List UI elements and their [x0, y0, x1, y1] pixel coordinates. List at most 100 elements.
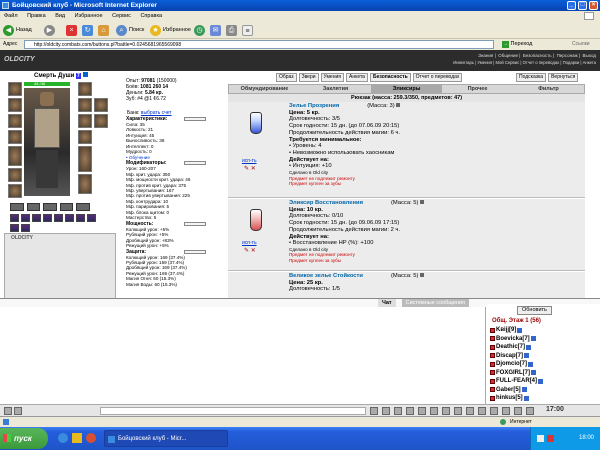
power-toggle[interactable]	[184, 221, 206, 226]
info-icon[interactable]	[526, 344, 532, 350]
toolbar-icon[interactable]	[478, 407, 486, 415]
info-icon[interactable]	[517, 327, 523, 333]
online-user-name[interactable]: Kвijj[9]	[496, 326, 516, 335]
menu-file[interactable]: Файл	[4, 13, 18, 19]
use-link[interactable]: исп-ть	[242, 240, 257, 246]
online-user-name[interactable]: hinkus[5]	[496, 394, 523, 403]
item-image[interactable]	[236, 205, 276, 245]
belt-item[interactable]	[26, 203, 41, 211]
effect-icon[interactable]	[43, 214, 52, 222]
start-button[interactable]: пуск	[0, 428, 48, 449]
quicklaunch-app-icon[interactable]	[86, 433, 96, 443]
history-button[interactable]: ◷	[194, 23, 205, 37]
tab-elixirs[interactable]: Эликсиры	[371, 85, 442, 93]
toolbar-icon[interactable]	[430, 407, 438, 415]
defense-toggle[interactable]	[184, 249, 206, 254]
mail-button[interactable]: ✉	[210, 23, 221, 37]
item-image[interactable]	[236, 108, 276, 148]
effect-icon[interactable]	[21, 214, 30, 222]
effect-icon[interactable]	[21, 224, 30, 232]
ring2-slot[interactable]	[94, 98, 108, 112]
characteristics-toggle[interactable]	[184, 117, 206, 121]
online-user[interactable]: FOXGIRL[7]	[490, 369, 543, 378]
amulet-slot[interactable]	[8, 114, 22, 128]
clear-icon[interactable]	[14, 407, 22, 415]
address-input[interactable]: http://oldcity.combats.com/buttons.pl?ba…	[24, 40, 494, 49]
online-user[interactable]: Djomcio[7]	[490, 360, 543, 369]
menu-edit[interactable]: Правка	[27, 13, 46, 19]
toolbar-icon[interactable]	[454, 407, 462, 415]
security-button[interactable]: Безопасность	[369, 73, 411, 82]
item-name[interactable]: Великое зелье Стойкости	[289, 273, 363, 279]
tray-icon[interactable]	[547, 435, 554, 442]
online-user[interactable]: Gaber[5]	[490, 386, 543, 395]
skills-button[interactable]: Умения	[320, 73, 344, 82]
online-user-name[interactable]: Boevicka[7]	[496, 335, 530, 344]
menu-tools[interactable]: Сервис	[112, 13, 131, 19]
links-label[interactable]: Ссылки	[572, 39, 590, 50]
info-icon[interactable]	[531, 370, 536, 376]
info-icon[interactable]	[396, 103, 401, 107]
modifiers-header[interactable]: Модификаторы:	[126, 160, 210, 166]
effect-icon[interactable]	[54, 214, 63, 222]
belt-item[interactable]	[10, 203, 24, 211]
effect-icon[interactable]	[65, 214, 74, 222]
toolbar-icon[interactable]	[526, 407, 534, 415]
tab-spells[interactable]: Заклятия	[300, 85, 371, 93]
chat-area[interactable]	[0, 307, 486, 404]
belt-slot[interactable]	[8, 168, 22, 182]
tab-system-messages[interactable]: Системные сообщения	[401, 299, 469, 307]
minimize-button[interactable]: _	[567, 1, 576, 10]
belt-item[interactable]	[76, 203, 90, 211]
favorites-button[interactable]: ★ Избранное	[150, 23, 191, 37]
tab-filter[interactable]: Фильтр	[513, 85, 584, 93]
earrings-slot[interactable]	[8, 98, 22, 112]
toolbar-icon[interactable]	[466, 407, 474, 415]
online-user-name[interactable]: FULL-FEAR[4]	[496, 377, 537, 386]
online-user-name[interactable]: FOXGIRL[7]	[496, 369, 530, 378]
menu-favorites[interactable]: Избранное	[75, 13, 103, 19]
nav-knowledge[interactable]: Знания	[478, 53, 493, 58]
toolbar-icon[interactable]	[514, 407, 522, 415]
character-name-text[interactable]: Смерть Души	[34, 73, 74, 79]
ring1-slot[interactable]	[78, 98, 92, 112]
quicklaunch-ie-icon[interactable]	[58, 433, 68, 443]
helmet-slot[interactable]	[8, 82, 22, 96]
toolbar-icon[interactable]	[406, 407, 414, 415]
nav-gifts[interactable]: Подарки	[563, 60, 580, 65]
forward-button[interactable]: ▶	[44, 23, 55, 37]
effect-icon[interactable]	[76, 214, 85, 222]
maximize-button[interactable]: □	[578, 1, 587, 10]
tray-icon[interactable]	[537, 435, 544, 442]
nav-transfer-report[interactable]: Отчет о переводах	[523, 60, 560, 65]
gloves-slot[interactable]	[78, 82, 92, 96]
taskbar-ie-window[interactable]: Бойцовский клуб - Micr...	[104, 430, 228, 447]
toolbar-icon[interactable]	[502, 407, 510, 415]
belt-item[interactable]	[43, 203, 57, 211]
nav-character[interactable]: Персонаж	[557, 53, 578, 58]
effect-icon[interactable]	[10, 224, 19, 232]
item-image[interactable]	[236, 278, 276, 298]
tab-equipment[interactable]: Обмундирование	[229, 85, 300, 93]
effect-icon[interactable]	[87, 214, 96, 222]
info-icon[interactable]	[82, 72, 88, 77]
stop-button[interactable]: ×	[66, 23, 77, 37]
effect-icon[interactable]	[32, 214, 41, 222]
pets-button[interactable]: Звери	[298, 73, 319, 82]
send-icon[interactable]	[370, 407, 378, 415]
toolbar-icon[interactable]	[442, 407, 450, 415]
info-icon[interactable]	[530, 336, 536, 342]
info-icon[interactable]	[420, 273, 425, 277]
smiley-icon[interactable]	[4, 407, 12, 415]
nav-exit[interactable]: Выход	[583, 53, 596, 58]
belt-item[interactable]	[59, 203, 74, 211]
return-button[interactable]: Вернуться	[548, 73, 579, 82]
modifiers-toggle[interactable]	[184, 161, 206, 166]
online-user-name[interactable]: Djomcio[7]	[496, 360, 527, 369]
online-user-name[interactable]: Gaber[5]	[496, 386, 521, 395]
item-actions[interactable]: ✎ ✕	[244, 165, 256, 172]
item-name[interactable]: Эликсир Восстановления	[289, 200, 363, 206]
info-icon[interactable]	[521, 387, 527, 393]
transfer-report-button[interactable]: Отчет о переводах	[412, 73, 463, 82]
search-button[interactable]: ⌕ Поиск	[116, 23, 144, 37]
